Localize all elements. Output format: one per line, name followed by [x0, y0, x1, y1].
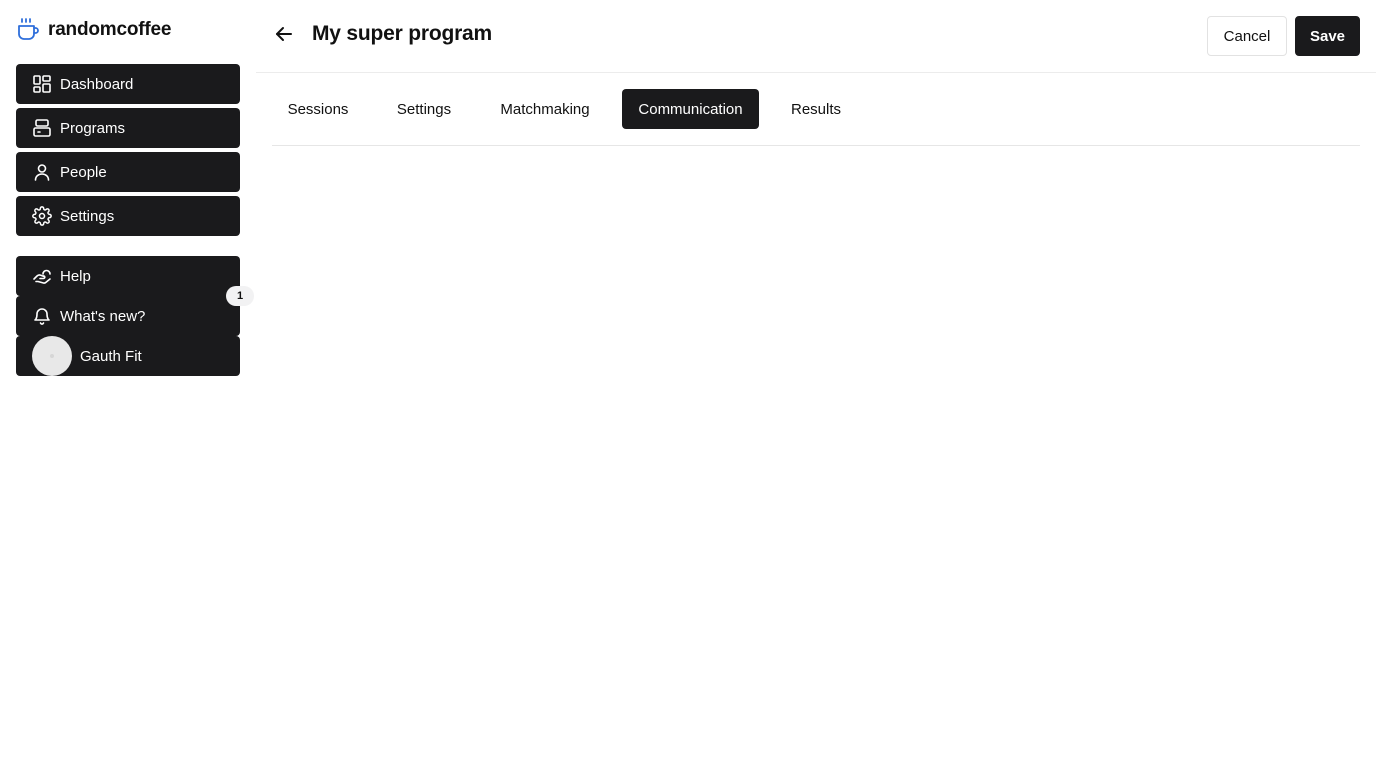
brand[interactable]: randomcoffee — [16, 16, 171, 44]
back-button[interactable] — [272, 24, 296, 48]
notification-badge: 1 — [226, 286, 254, 306]
sidebar-item-label: Help — [60, 267, 91, 285]
sidebar-user-profile[interactable]: Gauth Fit — [16, 336, 240, 376]
tab-bar: Sessions Settings Matchmaking Communicat… — [272, 73, 1360, 146]
sidebar-item-label: People — [60, 163, 107, 181]
person-icon — [32, 162, 52, 182]
sidebar-item-programs[interactable]: Programs — [16, 108, 240, 148]
sidebar-item-settings[interactable]: Settings — [16, 196, 240, 236]
sidebar-item-whats-new[interactable]: What's new? — [16, 296, 240, 336]
save-button[interactable]: Save — [1295, 16, 1360, 56]
app-root: randomcoffee Dashboard Programs People S… — [0, 0, 1376, 768]
tab-results[interactable]: Results — [775, 89, 857, 129]
user-name: Gauth Fit — [80, 347, 142, 365]
tab-communication[interactable]: Communication — [622, 89, 759, 129]
sidebar-item-help[interactable]: Help — [16, 256, 240, 296]
sidebar-item-dashboard[interactable]: Dashboard — [16, 64, 240, 104]
brand-name: randomcoffee — [48, 19, 172, 40]
cancel-button[interactable]: Cancel — [1207, 16, 1287, 56]
sidebar-item-people[interactable]: People — [16, 152, 240, 192]
coffee-cup-icon — [16, 18, 40, 42]
arrow-left-icon — [274, 24, 294, 49]
tab-settings[interactable]: Settings — [380, 89, 468, 129]
sidebar: randomcoffee Dashboard Programs People S… — [0, 0, 256, 768]
dashboard-icon — [32, 74, 52, 94]
help-hand-icon — [32, 266, 52, 286]
sidebar-item-label: Programs — [60, 119, 126, 137]
tab-matchmaking[interactable]: Matchmaking — [484, 89, 606, 129]
programs-icon — [32, 118, 52, 138]
sidebar-item-label: Dashboard — [60, 75, 134, 93]
tab-sessions[interactable]: Sessions — [272, 89, 364, 129]
avatar — [32, 336, 72, 376]
page-title: My super program — [312, 22, 493, 45]
gear-icon — [32, 206, 52, 226]
sidebar-item-label: Settings — [60, 207, 115, 225]
page-header: My super program Cancel Save — [256, 0, 1376, 73]
sidebar-item-label: What's new? — [60, 307, 146, 325]
bell-icon — [32, 306, 52, 326]
